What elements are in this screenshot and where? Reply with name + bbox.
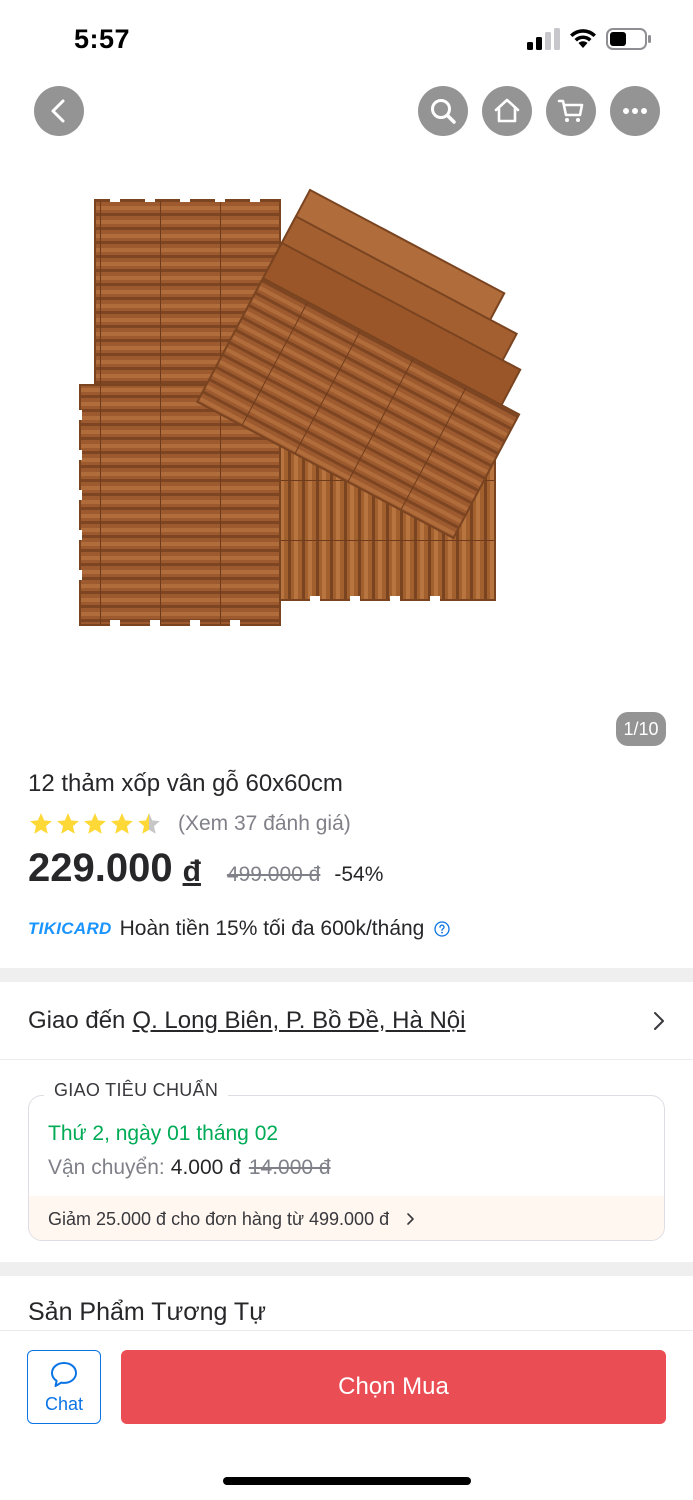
- star-icon: [57, 813, 79, 834]
- price-currency: đ: [182, 855, 201, 888]
- review-link[interactable]: (Xem 37 đánh giá): [178, 812, 351, 836]
- more-dots-icon: [623, 108, 647, 114]
- home-icon: [494, 98, 520, 123]
- buy-button[interactable]: Chọn Mua: [121, 1350, 666, 1424]
- tikicard-logo: TIKICARD: [28, 919, 112, 938]
- chevron-right-icon: [407, 1213, 414, 1225]
- shipping-method-label: GIAO TIÊU CHUẨN: [44, 1080, 229, 1101]
- current-price: 229.000: [28, 846, 173, 890]
- chat-bubble-icon: [51, 1361, 77, 1387]
- delivery-address-row[interactable]: Giao đến Q. Long Biên, P. Bồ Đề, Hà Nội: [0, 982, 693, 1060]
- help-icon[interactable]: [434, 921, 451, 937]
- shipping-fee: Vận chuyển: 4.000 đ 14.000 đ: [48, 1156, 331, 1180]
- signal-icon: [527, 28, 560, 50]
- rating-row[interactable]: (Xem 37 đánh giá): [28, 810, 351, 838]
- product-image[interactable]: [70, 150, 640, 650]
- shipping-fee-value: 4.000 đ: [170, 1156, 241, 1179]
- back-button[interactable]: [34, 86, 84, 136]
- bottom-action-bar: Chat Chọn Mua: [0, 1330, 693, 1500]
- chevron-right-icon: [654, 1012, 664, 1030]
- search-button[interactable]: [418, 86, 468, 136]
- shipping-option-card: Thứ 2, ngày 01 tháng 02 Vận chuyển: 4.00…: [28, 1095, 665, 1241]
- chat-label: Chat: [44, 1393, 84, 1414]
- delivery-prefix: Giao đến: [28, 1006, 126, 1034]
- product-title: 12 thảm xốp vân gỗ 60x60cm: [28, 770, 343, 797]
- shipping-fee-old: 14.000 đ: [248, 1156, 331, 1179]
- tikicard-text: Hoàn tiền 15% tối đa 600k/tháng: [119, 917, 425, 940]
- original-price: 499.000 đ: [226, 863, 321, 886]
- status-bar: 5:57: [0, 0, 693, 78]
- half-star-icon: [138, 813, 160, 834]
- image-counter: 1/10: [616, 712, 666, 746]
- shipping-fee-label: Vận chuyển:: [48, 1156, 165, 1179]
- shipping-promo[interactable]: Giảm 25.000 đ cho đơn hàng từ 499.000 đ: [29, 1196, 664, 1240]
- star-icon: [111, 813, 133, 834]
- shipping-promo-text: Giảm 25.000 đ cho đơn hàng từ 499.000 đ: [48, 1208, 390, 1229]
- status-time: 5:57: [74, 24, 131, 54]
- tikicard-promo[interactable]: TIKICARD Hoàn tiền 15% tối đa 600k/tháng: [28, 914, 451, 944]
- section-divider: [0, 968, 693, 982]
- chat-button[interactable]: Chat: [27, 1350, 101, 1424]
- cart-button[interactable]: [546, 86, 596, 136]
- rating-stars: [28, 811, 162, 837]
- star-icon: [84, 813, 106, 834]
- battery-icon: [606, 28, 651, 50]
- chevron-left-icon: [51, 99, 65, 123]
- similar-products-title: Sản Phẩm Tương Tự: [28, 1298, 266, 1326]
- cart-icon: [557, 99, 584, 122]
- home-indicator[interactable]: [223, 1477, 471, 1485]
- section-divider: [0, 1262, 693, 1276]
- discount-percent: -54%: [334, 863, 384, 886]
- shipping-date: Thứ 2, ngày 01 tháng 02: [48, 1122, 279, 1145]
- price-row: 229.000 đ 499.000 đ -54%: [28, 846, 383, 896]
- search-icon: [431, 99, 456, 124]
- more-button[interactable]: [610, 86, 660, 136]
- delivery-address[interactable]: Q. Long Biên, P. Bồ Đề, Hà Nội: [132, 1007, 465, 1035]
- star-icon: [30, 813, 52, 834]
- home-button[interactable]: [482, 86, 532, 136]
- wifi-icon: [570, 29, 596, 48]
